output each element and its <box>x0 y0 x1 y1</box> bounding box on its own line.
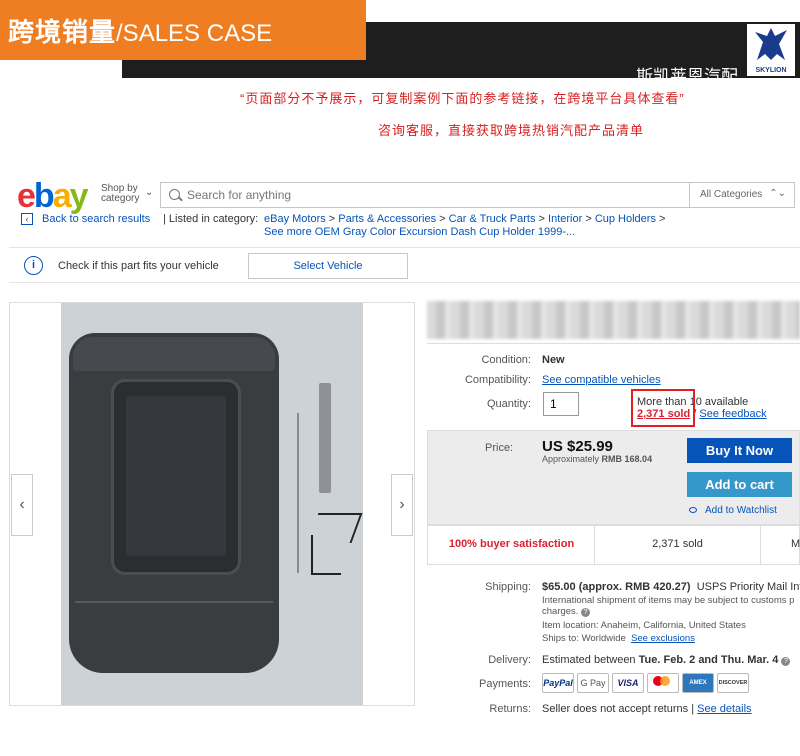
intl-shipping-note-2: charges. ? <box>542 606 591 617</box>
intl-shipping-note: International shipment of items may be s… <box>542 595 795 606</box>
chevron-down-icon: ⌃⌄ <box>769 188 786 199</box>
spring-part-image <box>311 535 341 575</box>
breadcrumb-car-truck-parts[interactable]: Car & Truck Parts <box>449 213 536 225</box>
payments-label: Payments: <box>479 678 531 690</box>
title-en: /SALES CASE <box>116 20 273 47</box>
mastercard-circle <box>660 676 670 686</box>
shipping-label: Shipping: <box>485 581 531 593</box>
google-pay-icon: G Pay <box>577 673 609 693</box>
ships-to: Ships to: Worldwide See exclusions <box>542 633 695 644</box>
back-arrow-icon[interactable]: ‹ <box>21 213 33 225</box>
category-select[interactable]: All Categories ⌃⌄ <box>689 183 794 207</box>
title-cn: 跨境销量 <box>8 17 117 47</box>
see-more-link[interactable]: See more OEM Gray Color Excursion Dash C… <box>264 226 575 239</box>
next-image-button[interactable]: › <box>391 474 413 536</box>
category-path: eBay Motors > Parts & Accessories > Car … <box>264 213 666 225</box>
header-tab: 跨境销量/SALES CASE <box>0 0 366 60</box>
help-icon[interactable]: ? <box>581 608 591 617</box>
ebay-logo[interactable]: ebay <box>17 176 89 216</box>
amex-icon: AMEX <box>682 673 714 693</box>
buyer-satisfaction: 100% buyer satisfaction <box>448 538 575 550</box>
sold-stat: 2,371 sold <box>652 538 703 550</box>
breadcrumb-ebay-motors[interactable]: eBay Motors <box>264 213 326 225</box>
back-to-search-link[interactable]: Back to search results <box>42 213 150 226</box>
skylion-logo: SKYLION <box>747 24 795 76</box>
price-value: US $25.99 <box>542 438 613 455</box>
shop-by-category[interactable]: Shop by category <box>101 184 139 204</box>
condition-label: Condition: <box>481 354 531 366</box>
listed-in-label: | Listed in category: <box>163 213 259 225</box>
item-title-blurred <box>427 301 800 339</box>
fitment-text: Check if this part fits your vehicle <box>58 260 219 272</box>
price-approx: Approximately RMB 168.04 <box>542 454 653 464</box>
prev-image-button[interactable]: ‹ <box>11 474 33 536</box>
search-icon <box>169 189 180 200</box>
product-photo[interactable] <box>61 303 363 705</box>
help-icon[interactable]: ? <box>781 657 791 666</box>
compatibility-label: Compatibility: <box>464 374 531 386</box>
visa-icon: VISA <box>612 673 644 693</box>
divider <box>427 343 800 344</box>
add-to-watchlist-link[interactable]: Add to Watchlist <box>689 505 777 516</box>
brand-name: 斯凯莱恩汽配 <box>636 67 738 86</box>
ebay-listing: ebay Shop bycategory ⌄ All Categories ⌃⌄… <box>9 170 800 756</box>
console-lid-image <box>69 333 279 673</box>
page-title: 跨境销量/SALES CASE <box>8 12 272 49</box>
eye-icon <box>689 507 697 514</box>
delivery-estimate: Estimated between Tue. Feb. 2 and Thu. M… <box>542 654 791 666</box>
returns-label: Returns: <box>489 703 531 715</box>
highlight-box <box>631 389 695 427</box>
more-stat: M <box>791 538 800 550</box>
discover-icon: DISCOVER <box>717 673 749 693</box>
search-bar: All Categories ⌃⌄ <box>160 182 795 208</box>
price-label: Price: <box>485 442 514 454</box>
breadcrumb-interior[interactable]: Interior <box>548 213 582 225</box>
breadcrumb-parts-accessories[interactable]: Parts & Accessories <box>338 213 436 225</box>
delivery-label: Delivery: <box>488 654 531 666</box>
buy-it-now-button[interactable]: Buy It Now <box>687 438 792 463</box>
returns-policy: Seller does not accept returns | See det… <box>542 703 752 715</box>
griffin-icon <box>755 28 787 60</box>
logo-text: SKYLION <box>755 67 787 74</box>
chevron-down-icon[interactable]: ⌄ <box>145 187 153 198</box>
select-vehicle-button[interactable]: Select Vehicle <box>248 253 408 279</box>
fitment-bar: i Check if this part fits your vehicle S… <box>9 247 800 283</box>
quantity-input[interactable] <box>543 392 579 416</box>
see-details-link[interactable]: See details <box>697 703 751 715</box>
notice-line-1: “页面部分不予展示，可复制案例下面的参考链接，在跨境平台具体查看” <box>240 91 685 106</box>
item-location: Item location: Anaheim, California, Unit… <box>542 620 746 631</box>
see-compatible-vehicles-link[interactable]: See compatible vehicles <box>542 374 661 386</box>
shipping-info: $65.00 (approx. RMB 420.27) USPS Priorit… <box>542 581 800 593</box>
divider <box>760 526 761 564</box>
see-feedback-link[interactable]: See feedback <box>699 408 766 420</box>
rod-part-image <box>297 413 299 573</box>
notice-line-2: 咨询客服，直接获取跨境热销汽配产品清单 <box>378 123 645 138</box>
paypal-icon: PayPal <box>542 673 574 693</box>
info-icon: i <box>24 256 43 275</box>
condition-value: New <box>542 354 565 366</box>
add-to-cart-button[interactable]: Add to cart <box>687 472 792 497</box>
quantity-label: Quantity: <box>486 398 531 410</box>
breadcrumb-cup-holders[interactable]: Cup Holders <box>595 213 656 225</box>
product-image-viewer: ‹ › <box>9 302 415 706</box>
search-input[interactable] <box>187 186 687 204</box>
see-exclusions-link[interactable]: See exclusions <box>631 633 695 644</box>
hinge-part-image <box>319 383 331 493</box>
